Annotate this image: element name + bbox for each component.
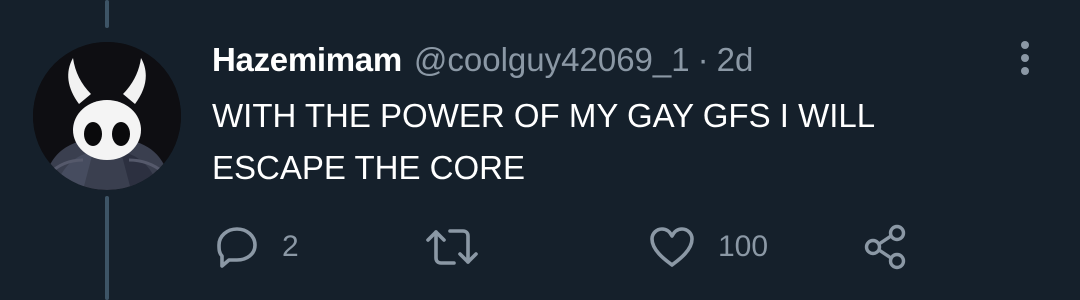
like-button[interactable]: 100 — [648, 222, 768, 272]
share-icon — [862, 224, 908, 270]
tweet[interactable]: Hazemimam @coolguy42069_1 · 2d WITH THE … — [0, 0, 1080, 300]
timestamp[interactable]: 2d — [717, 41, 754, 79]
reply-icon — [214, 224, 260, 270]
tweet-text: WITH THE POWER OF MY GAY GFS I WILL ESCA… — [212, 97, 876, 186]
like-heart-icon — [648, 225, 696, 269]
thread-line-top — [105, 0, 109, 28]
reply-count: 2 — [282, 230, 299, 263]
hollow-knight-avatar-icon — [33, 42, 181, 190]
share-button[interactable] — [862, 222, 908, 272]
avatar[interactable] — [33, 42, 181, 190]
display-name[interactable]: Hazemimam — [212, 41, 402, 79]
retweet-button[interactable] — [424, 222, 480, 272]
reply-button[interactable]: 2 — [214, 222, 299, 272]
thread-line-bottom — [105, 196, 109, 300]
more-options-button[interactable] — [1005, 36, 1045, 80]
retweet-icon — [424, 224, 480, 270]
like-count: 100 — [718, 230, 769, 263]
tweet-header: Hazemimam @coolguy42069_1 · 2d — [212, 38, 753, 82]
user-handle[interactable]: @coolguy42069_1 — [414, 41, 690, 79]
separator-dot: · — [697, 41, 709, 78]
more-vertical-icon — [1020, 40, 1030, 76]
